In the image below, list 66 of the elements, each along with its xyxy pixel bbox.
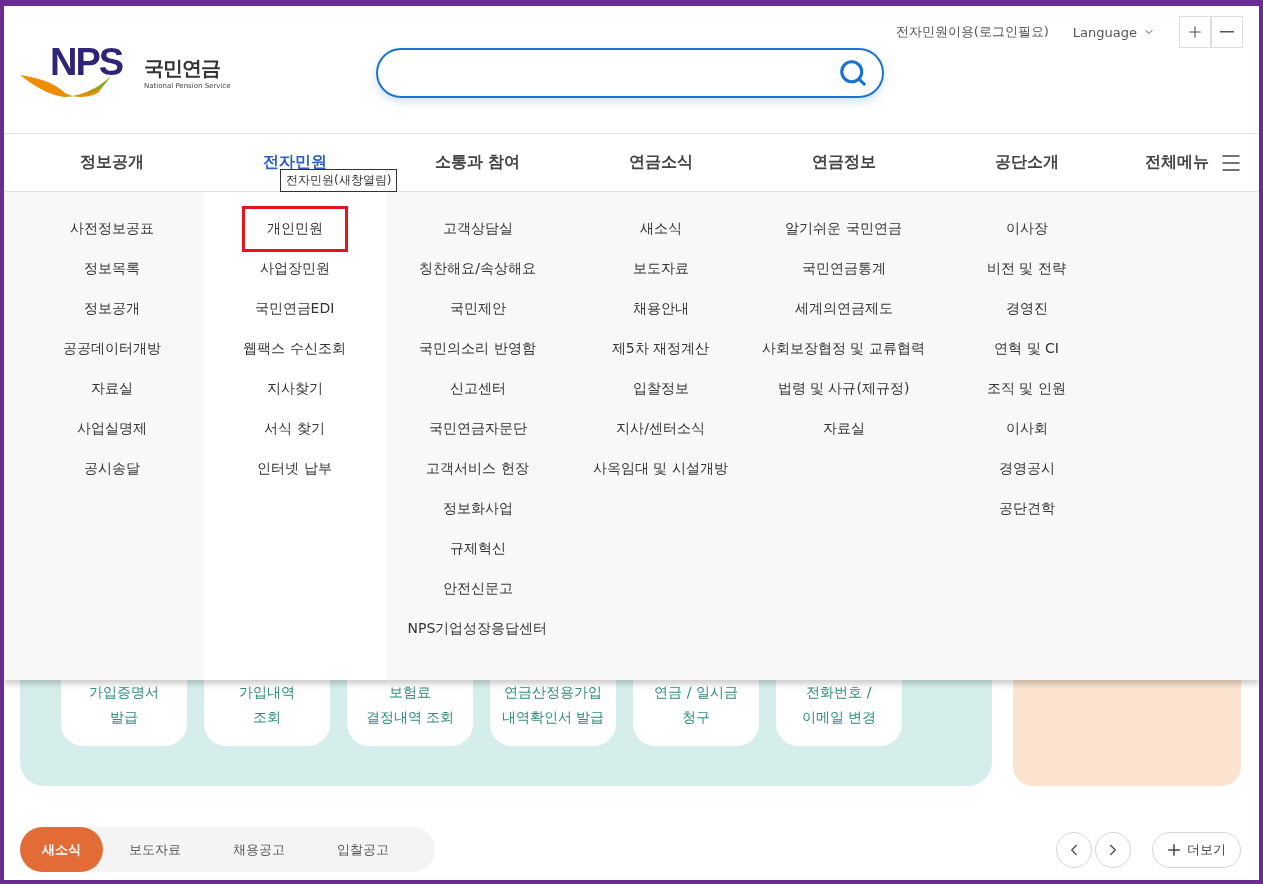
menu-item[interactable]: 신고센터 bbox=[423, 369, 532, 409]
menu-item[interactable]: 비전 및 전략 bbox=[961, 249, 1092, 289]
zoom-out-button[interactable] bbox=[1211, 16, 1243, 48]
menu-item[interactable]: 사업실명제 bbox=[50, 409, 173, 449]
news-tab[interactable]: 보도자료 bbox=[103, 827, 207, 872]
menu-item[interactable]: 규제혁신 bbox=[423, 529, 532, 569]
menu-item[interactable]: 법령 및 사규(제규정) bbox=[751, 369, 936, 409]
menu-item[interactable]: 사옥임대 및 시설개방 bbox=[567, 449, 754, 489]
menu-item[interactable]: 정보공개 bbox=[57, 289, 166, 329]
menu-item[interactable]: 국민의소리 반영함 bbox=[393, 329, 562, 369]
menu-item[interactable]: NPS기업성장응답센터 bbox=[381, 609, 574, 649]
menu-item[interactable]: 지사/센터소식 bbox=[590, 409, 731, 449]
tooltip: 전자민원(새창열림) bbox=[280, 169, 398, 192]
next-button[interactable] bbox=[1095, 831, 1131, 868]
nav-tab[interactable]: 공단소개 bbox=[935, 152, 1118, 173]
menu-item[interactable]: 인터넷 납부 bbox=[231, 449, 358, 489]
menu-item[interactable]: 경영진 bbox=[979, 289, 1074, 329]
zoom-in-button[interactable] bbox=[1179, 16, 1211, 48]
menu-item[interactable]: 이사장 bbox=[979, 209, 1074, 249]
menu-item[interactable]: 사전정보공표 bbox=[43, 209, 180, 249]
search-field[interactable] bbox=[376, 47, 884, 98]
menu-item[interactable]: 자료실 bbox=[796, 409, 891, 449]
menu-item[interactable]: 정보목록 bbox=[57, 249, 166, 289]
news-tab[interactable]: 입찰공고 bbox=[311, 827, 415, 872]
logo-drawing[interactable]: NPS bbox=[20, 46, 138, 99]
login-link[interactable]: 전자민원이용(로그인필요) bbox=[895, 23, 1049, 41]
menu-item[interactable]: 국민연금통계 bbox=[775, 249, 912, 289]
menu-item[interactable]: 국민연금자문단 bbox=[402, 409, 553, 449]
menu-item[interactable]: 공단견학 bbox=[972, 489, 1081, 529]
search-icon[interactable] bbox=[838, 57, 868, 88]
menu-item[interactable]: 안전신문고 bbox=[416, 569, 539, 609]
language-button[interactable]: Language bbox=[1072, 24, 1155, 40]
menu-item[interactable]: 제5차 재정계산 bbox=[585, 329, 736, 369]
previous-button[interactable] bbox=[1056, 831, 1092, 868]
menu-item[interactable]: 세계의연금제도 bbox=[768, 289, 919, 329]
plus-icon bbox=[1186, 23, 1204, 41]
menu-item[interactable]: 정보화사업 bbox=[416, 489, 539, 529]
nav-tab[interactable]: 정보공개 bbox=[20, 152, 203, 173]
all-menu-button[interactable]: 전체메뉴 bbox=[1145, 150, 1243, 175]
menu-item[interactable]: 국민제안 bbox=[423, 289, 532, 329]
minus-icon bbox=[1220, 31, 1234, 33]
menu-item[interactable]: 조직 및 인원 bbox=[961, 369, 1092, 409]
menu-item[interactable]: 지사찾기 bbox=[240, 369, 349, 409]
nav-tab[interactable]: 연금소식 bbox=[569, 152, 752, 173]
menu-item[interactable]: 공공데이터개방 bbox=[36, 329, 187, 369]
menu-item[interactable]: 경영공시 bbox=[972, 449, 1081, 489]
menu-item[interactable]: 사회보장협정 및 교류협력 bbox=[736, 329, 951, 369]
menu-item[interactable]: 연혁 및 CI bbox=[968, 329, 1085, 369]
menu-item[interactable]: 자료실 bbox=[64, 369, 159, 409]
menu-item[interactable]: 새소식 bbox=[613, 209, 708, 249]
menu-item[interactable]: 서식 찾기 bbox=[238, 409, 351, 449]
menu-item[interactable]: 이사회 bbox=[979, 409, 1074, 449]
menu-item[interactable]: 고객서비스 헌장 bbox=[400, 449, 555, 489]
menu-item[interactable]: 입찰정보 bbox=[606, 369, 715, 409]
menu-item[interactable]: 보도자료 bbox=[606, 249, 715, 289]
more-button[interactable]: 더보기 bbox=[1152, 831, 1241, 868]
menu-item[interactable]: 공시송달 bbox=[57, 449, 166, 489]
menu-item[interactable]: 칭찬해요/속상해요 bbox=[393, 249, 562, 289]
menu-item[interactable]: 국민연금EDI bbox=[228, 289, 361, 329]
logo-name: 국민연금 bbox=[144, 55, 221, 82]
nav-tab[interactable]: 연금정보 bbox=[752, 152, 935, 173]
menu-item[interactable]: 고객상담실 bbox=[416, 209, 539, 249]
news-tab[interactable]: 채용공고 bbox=[207, 827, 311, 872]
menu-item[interactable]: 웹팩스 수신조회 bbox=[217, 329, 372, 369]
menu-item[interactable]: 알기쉬운 국민연금 bbox=[759, 209, 928, 249]
menu-item[interactable]: 채용안내 bbox=[606, 289, 715, 329]
